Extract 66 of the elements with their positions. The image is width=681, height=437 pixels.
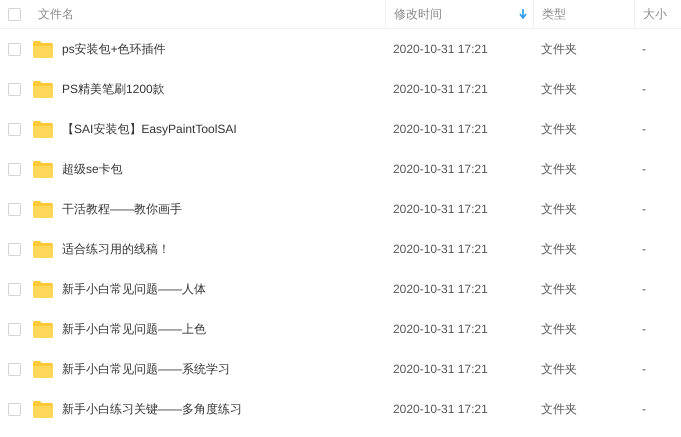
checkbox[interactable]: [8, 162, 21, 176]
folder-icon: [33, 240, 53, 258]
file-type: 文件夹: [541, 200, 577, 218]
checkbox[interactable]: [8, 202, 21, 216]
file-size: -: [642, 82, 646, 96]
column-header[interactable]: 大小: [643, 6, 667, 22]
file-size: -: [642, 202, 646, 216]
file-size: -: [642, 162, 646, 176]
modified-date: 2020-10-31 17:21: [393, 42, 488, 56]
file-type: 文件夹: [541, 320, 577, 338]
file-size: -: [642, 322, 646, 336]
file-size: -: [642, 242, 646, 256]
file-type: 文件夹: [541, 400, 577, 418]
file-type: 文件夹: [541, 40, 577, 58]
file-name[interactable]: 【SAI安装包】EasyPaintToolSAI: [62, 120, 237, 138]
file-name[interactable]: PS精美笔刷1200款: [62, 80, 165, 98]
checkbox[interactable]: [8, 122, 21, 136]
checkbox[interactable]: [8, 8, 21, 20]
file-size: -: [642, 42, 646, 56]
checkbox[interactable]: [8, 282, 21, 296]
file-type: 文件夹: [541, 280, 577, 298]
file-type: 文件夹: [541, 160, 577, 178]
file-name[interactable]: 新手小白常见问题——上色: [62, 320, 206, 338]
checkbox[interactable]: [8, 82, 21, 96]
sort-down-icon[interactable]: [519, 9, 527, 19]
file-type: 文件夹: [541, 120, 577, 138]
folder-icon: [33, 200, 53, 218]
modified-date: 2020-10-31 17:21: [393, 202, 488, 216]
modified-date: 2020-10-31 17:21: [393, 322, 488, 336]
folder-icon: [33, 80, 53, 98]
file-size: -: [642, 362, 646, 376]
file-name[interactable]: 新手小白常见问题——系统学习: [62, 360, 230, 378]
file-name[interactable]: 超级se卡包: [62, 160, 123, 178]
folder-icon: [33, 120, 53, 138]
folder-icon: [33, 160, 53, 178]
modified-date: 2020-10-31 17:21: [393, 282, 488, 296]
folder-icon: [33, 320, 53, 338]
modified-date: 2020-10-31 17:21: [393, 122, 488, 136]
folder-icon: [33, 360, 53, 378]
checkbox[interactable]: [8, 402, 21, 416]
modified-date: 2020-10-31 17:21: [393, 82, 488, 96]
column-header[interactable]: 类型: [542, 6, 566, 22]
file-size: -: [642, 282, 646, 296]
folder-icon: [33, 280, 53, 298]
file-type: 文件夹: [541, 80, 577, 98]
file-type: 文件夹: [541, 360, 577, 378]
file-name[interactable]: ps安装包+色环插件: [62, 40, 166, 58]
column-header[interactable]: 修改时间: [394, 6, 442, 22]
folder-icon: [33, 400, 53, 418]
checkbox[interactable]: [8, 362, 21, 376]
checkbox[interactable]: [8, 322, 21, 336]
file-name[interactable]: 适合练习用的线稿！: [62, 240, 170, 258]
checkbox[interactable]: [8, 42, 21, 56]
folder-icon: [33, 40, 53, 58]
modified-date: 2020-10-31 17:21: [393, 362, 488, 376]
checkbox[interactable]: [8, 242, 21, 256]
column-header[interactable]: 文件名: [38, 6, 74, 22]
file-name[interactable]: 干活教程——教你画手: [62, 200, 182, 218]
modified-date: 2020-10-31 17:21: [393, 402, 488, 416]
file-name[interactable]: 新手小白常见问题——人体: [62, 280, 206, 298]
modified-date: 2020-10-31 17:21: [393, 242, 488, 256]
file-size: -: [642, 122, 646, 136]
file-size: -: [642, 402, 646, 416]
modified-date: 2020-10-31 17:21: [393, 162, 488, 176]
file-type: 文件夹: [541, 240, 577, 258]
file-name[interactable]: 新手小白练习关键——多角度练习: [62, 400, 242, 418]
